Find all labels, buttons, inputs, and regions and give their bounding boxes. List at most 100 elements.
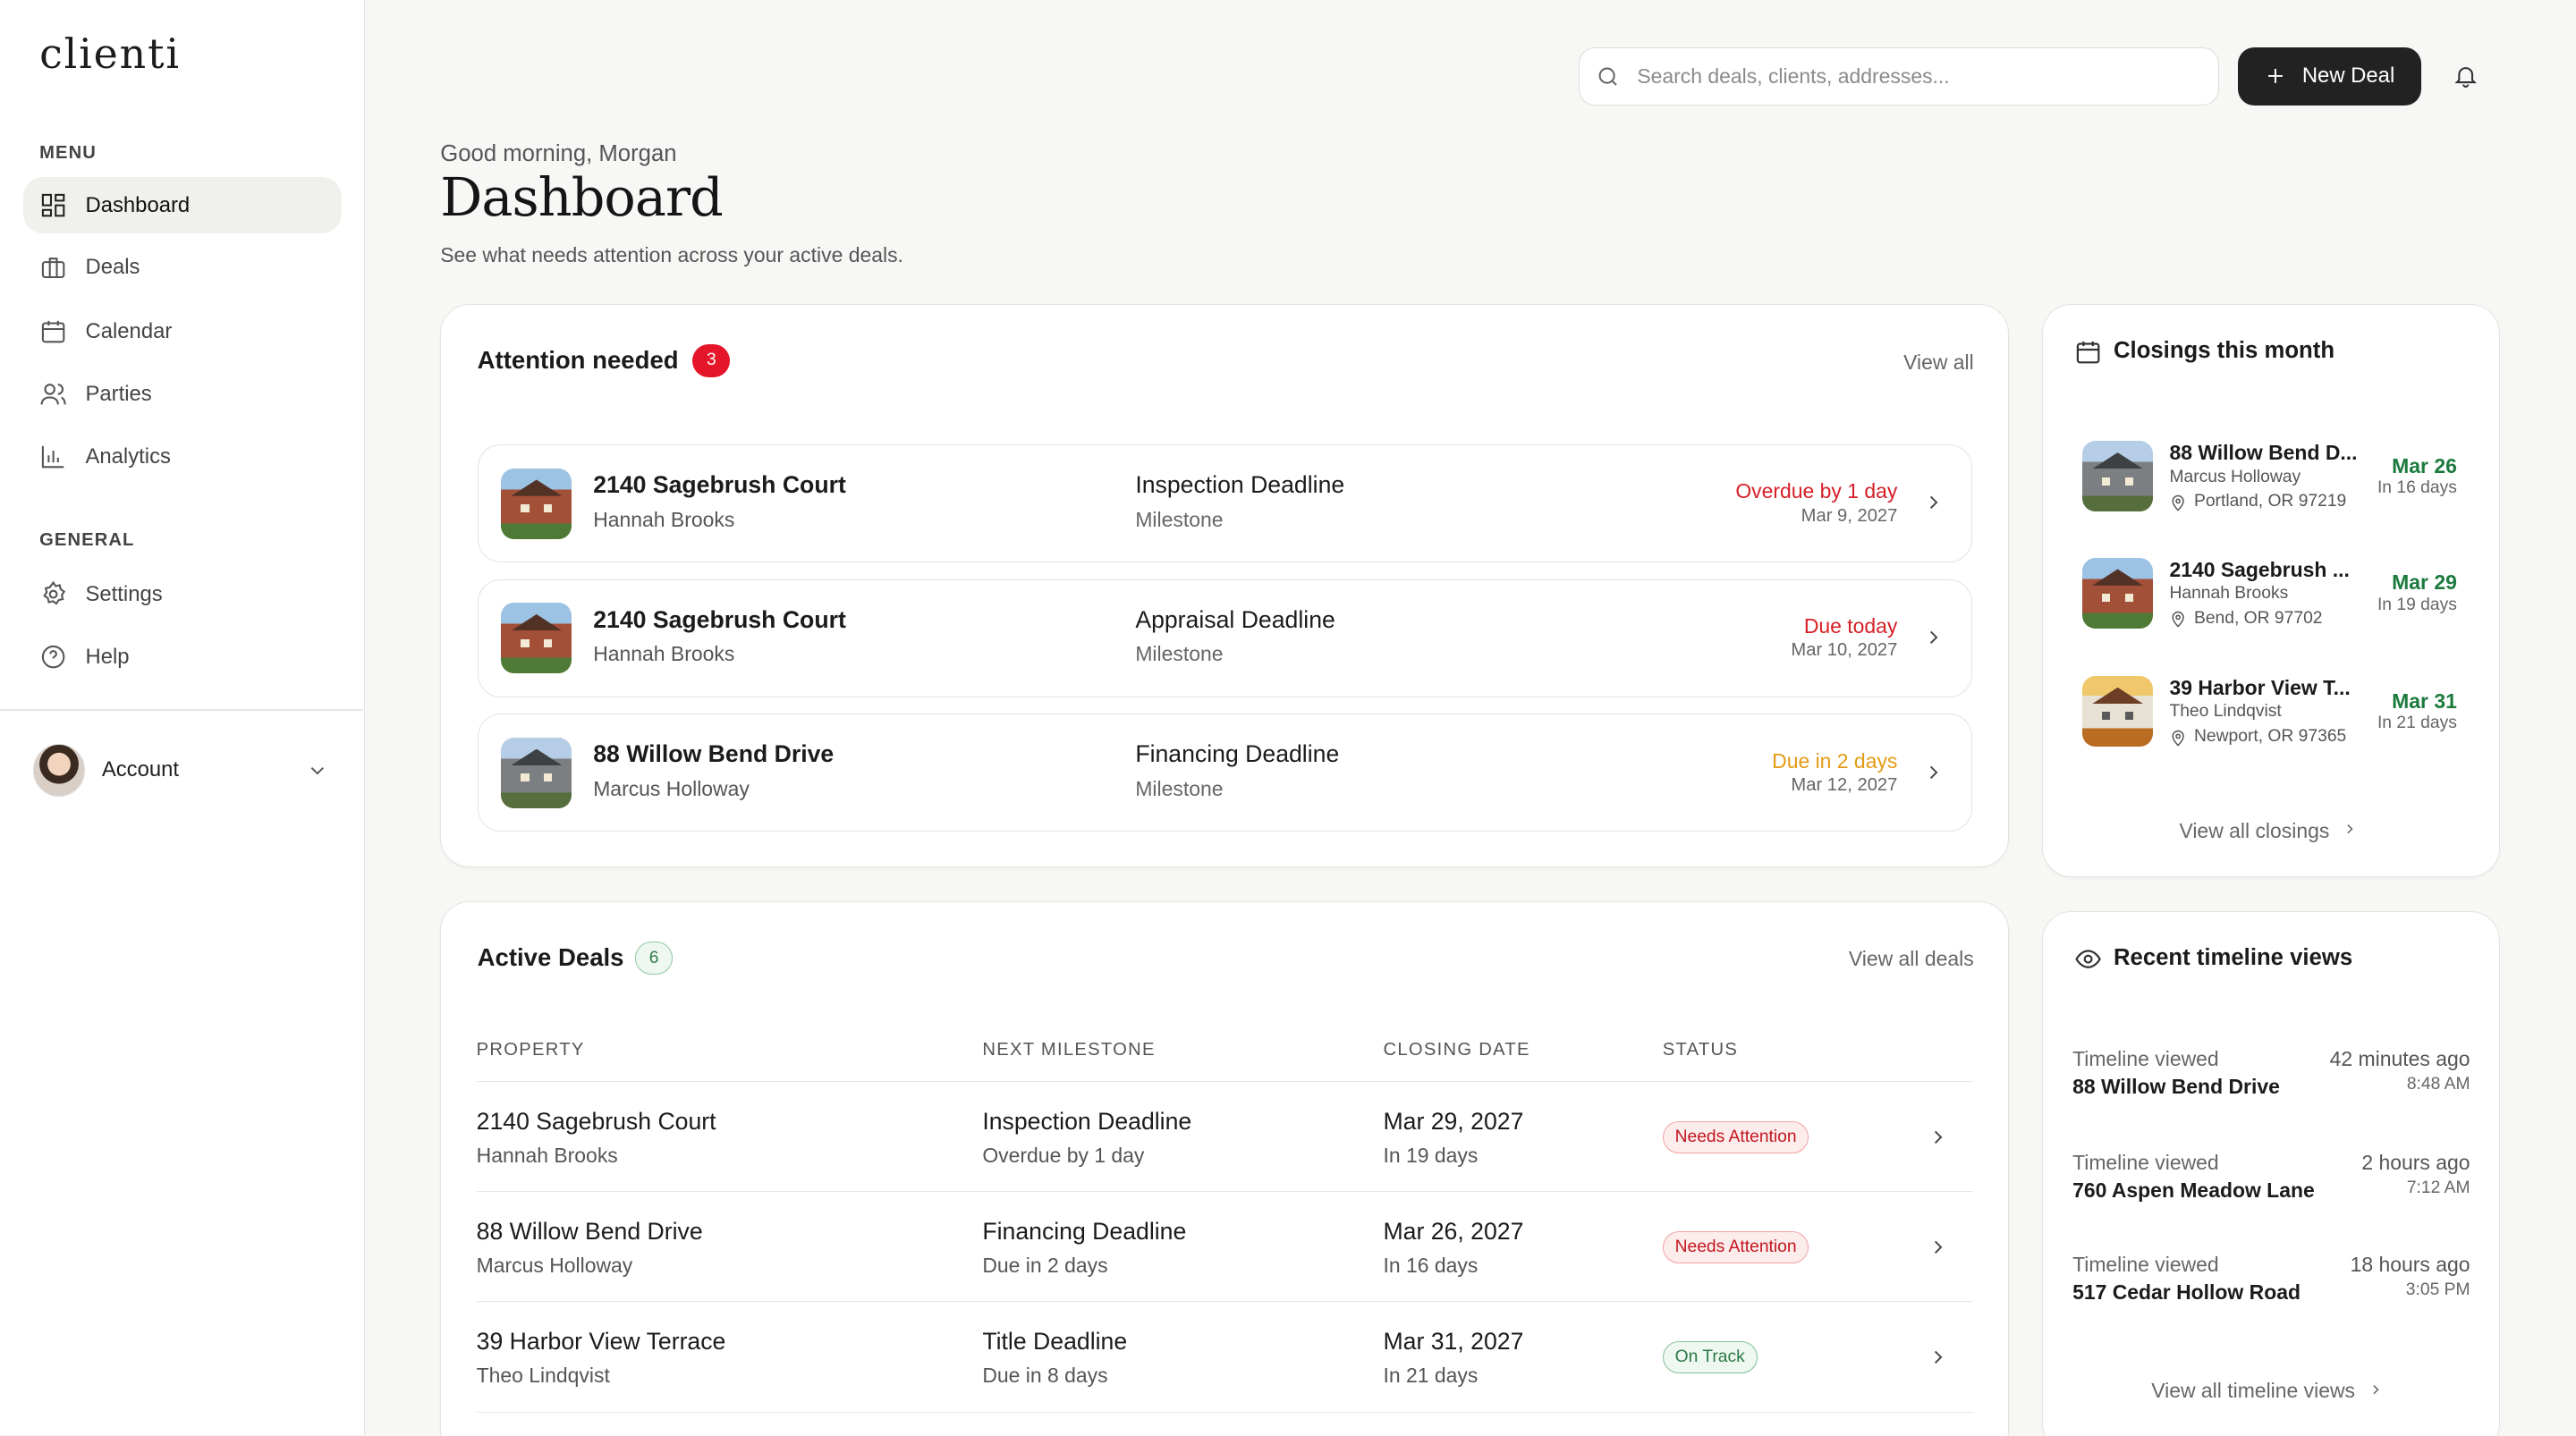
chevron-right-icon <box>2373 1384 2379 1394</box>
closing-city: Bend, OR 97702 <box>2193 608 2323 628</box>
table-row[interactable]: 88 Willow Bend Drive Marcus Holloway Fin… <box>476 1190 1973 1301</box>
chevron-right-icon <box>1935 1240 1943 1254</box>
column-header-status[interactable]: STATUS <box>1663 1040 1738 1060</box>
attention-client: Marcus Holloway <box>593 776 750 800</box>
attention-property: 2140 Sagebrush Court <box>593 471 846 499</box>
deal-milestone: Title Deadline <box>982 1328 1128 1356</box>
closing-item[interactable]: 2140 Sagebrush ... Hannah Brooks Bend, O… <box>2079 557 2460 648</box>
attention-card: Attention needed 3 View all 2140 Sagebru… <box>440 303 2010 867</box>
closing-item[interactable]: 88 Willow Bend D... Marcus Holloway Port… <box>2079 441 2460 531</box>
closing-in: In 16 days <box>2377 478 2457 498</box>
table-row[interactable]: 39 Harbor View Terrace Theo Lindqvist Ti… <box>476 1300 1973 1413</box>
deal-closing-in: In 21 days <box>1383 1364 1479 1388</box>
search-box[interactable] <box>1579 47 2220 106</box>
deal-milestone-due: Due in 8 days <box>982 1364 1108 1388</box>
general-section-label: GENERAL <box>39 530 135 551</box>
deal-milestone-due: Overdue by 1 day <box>982 1144 1145 1168</box>
timeline-label: Timeline viewed <box>2072 1252 2219 1276</box>
column-header-next-milestone[interactable]: NEXT MILESTONE <box>982 1040 1155 1060</box>
deal-property: 39 Harbor View Terrace <box>476 1328 726 1356</box>
closing-in: In 19 days <box>2377 595 2457 614</box>
account-menu[interactable]: Account <box>32 742 345 798</box>
deal-milestone: Inspection Deadline <box>982 1107 1192 1135</box>
sidebar-item-dashboard[interactable]: Dashboard <box>22 177 343 233</box>
sidebar-item-label: Deals <box>85 255 140 280</box>
timeline-ago: 42 minutes ago <box>2329 1046 2470 1070</box>
attention-item[interactable]: 2140 Sagebrush Court Hannah Brooks Appra… <box>477 579 1973 697</box>
menu-section-label: MENU <box>39 142 97 163</box>
gear-icon <box>43 581 66 605</box>
timeline-item[interactable]: Timeline viewed 88 Willow Bend Drive 42 … <box>2072 1047 2470 1112</box>
app-root: clienti MENU Dashboard Deals Calendar Pa… <box>0 0 2576 1436</box>
closing-client: Theo Lindqvist <box>2169 702 2282 722</box>
closings-card: Closings this month 88 Willow Bend D... … <box>2042 303 2501 877</box>
sidebar-item-calendar[interactable]: Calendar <box>23 304 342 359</box>
deal-client: Marcus Holloway <box>476 1254 633 1278</box>
attention-status: Overdue by 1 day <box>1735 479 1898 503</box>
view-all-closings-link[interactable]: View all closings <box>2179 819 2358 843</box>
attention-status: Due today <box>1803 614 1898 638</box>
closing-date: Mar 31 <box>2392 688 2457 713</box>
sidebar: clienti MENU Dashboard Deals Calendar Pa… <box>0 0 365 1436</box>
chevron-right-icon <box>1935 1130 1943 1145</box>
view-all-deals-link[interactable]: View all deals <box>1849 947 1974 971</box>
eye-icon <box>2075 950 2101 968</box>
calendar-icon <box>41 321 65 343</box>
timeline-ago: 18 hours ago <box>2350 1252 2470 1276</box>
active-deals-title: Active Deals <box>477 943 624 972</box>
view-all-timeline-views-link[interactable]: View all timeline views <box>2151 1379 2384 1403</box>
sidebar-item-label: Dashboard <box>85 192 191 217</box>
sidebar-item-parties[interactable]: Parties <box>23 367 342 422</box>
chevron-right-icon <box>1929 630 1938 644</box>
sidebar-item-label: Parties <box>85 381 152 406</box>
table-row[interactable]: 2140 Sagebrush Court Hannah Brooks Inspe… <box>476 1080 1973 1191</box>
closing-client: Marcus Holloway <box>2169 467 2301 486</box>
deal-closing-date: Mar 29, 2027 <box>1383 1107 1524 1135</box>
closing-client: Hannah Brooks <box>2169 584 2289 603</box>
briefcase-icon <box>41 257 65 278</box>
new-deal-button[interactable]: New Deal <box>2237 47 2422 106</box>
attention-milestone-type: Milestone <box>1135 507 1224 531</box>
timeline-item[interactable]: Timeline viewed 517 Cedar Hollow Road 18… <box>2072 1253 2470 1318</box>
help-circle-icon <box>41 645 65 669</box>
property-thumbnail <box>501 468 572 539</box>
timeline-time: 8:48 AM <box>2406 1075 2470 1094</box>
column-header-property[interactable]: PROPERTY <box>477 1040 585 1060</box>
search-input[interactable] <box>1637 63 2164 89</box>
attention-client: Hannah Brooks <box>593 642 735 666</box>
sidebar-item-help[interactable]: Help <box>23 629 342 684</box>
location-pin-icon <box>2172 612 2185 628</box>
property-thumbnail <box>2082 675 2154 747</box>
deal-client: Theo Lindqvist <box>476 1364 610 1388</box>
sidebar-item-deals[interactable]: Deals <box>23 240 342 295</box>
attention-view-all-link[interactable]: View all <box>1903 351 1974 375</box>
chevron-right-icon <box>1929 765 1938 779</box>
bell-icon <box>2454 66 2478 88</box>
closing-date: Mar 29 <box>2392 570 2457 595</box>
deal-closing-date: Mar 26, 2027 <box>1383 1217 1524 1245</box>
closing-item[interactable]: 39 Harbor View T... Theo Lindqvist Newpo… <box>2079 675 2460 766</box>
attention-item[interactable]: 2140 Sagebrush Court Hannah Brooks Inspe… <box>477 443 1973 563</box>
timeline-item[interactable]: Timeline viewed 760 Aspen Meadow Lane 2 … <box>2072 1151 2470 1216</box>
search-icon <box>1598 67 1618 86</box>
closing-in: In 21 days <box>2377 714 2457 733</box>
chevron-down-icon <box>310 766 324 774</box>
attention-milestone: Financing Deadline <box>1135 740 1340 768</box>
sidebar-item-label: Calendar <box>85 319 173 343</box>
attention-item[interactable]: 88 Willow Bend Drive Marcus Holloway Fin… <box>477 714 1973 832</box>
deal-property: 88 Willow Bend Drive <box>476 1217 703 1245</box>
attention-property: 2140 Sagebrush Court <box>593 605 846 633</box>
bar-chart-icon <box>41 445 64 469</box>
closings-title: Closings this month <box>2113 337 2335 363</box>
timeline-address: 517 Cedar Hollow Road <box>2072 1280 2301 1304</box>
calendar-icon <box>2076 341 2100 363</box>
attention-count-badge: 3 <box>692 343 731 377</box>
attention-milestone: Appraisal Deadline <box>1135 605 1335 633</box>
sidebar-item-settings[interactable]: Settings <box>23 567 342 622</box>
avatar <box>32 744 86 797</box>
logo[interactable]: clienti <box>39 30 181 78</box>
column-header-closing-date[interactable]: CLOSING DATE <box>1384 1040 1530 1060</box>
notifications-button[interactable] <box>2453 63 2482 92</box>
sidebar-item-analytics[interactable]: Analytics <box>23 428 342 484</box>
timeline-time: 7:12 AM <box>2406 1178 2470 1197</box>
